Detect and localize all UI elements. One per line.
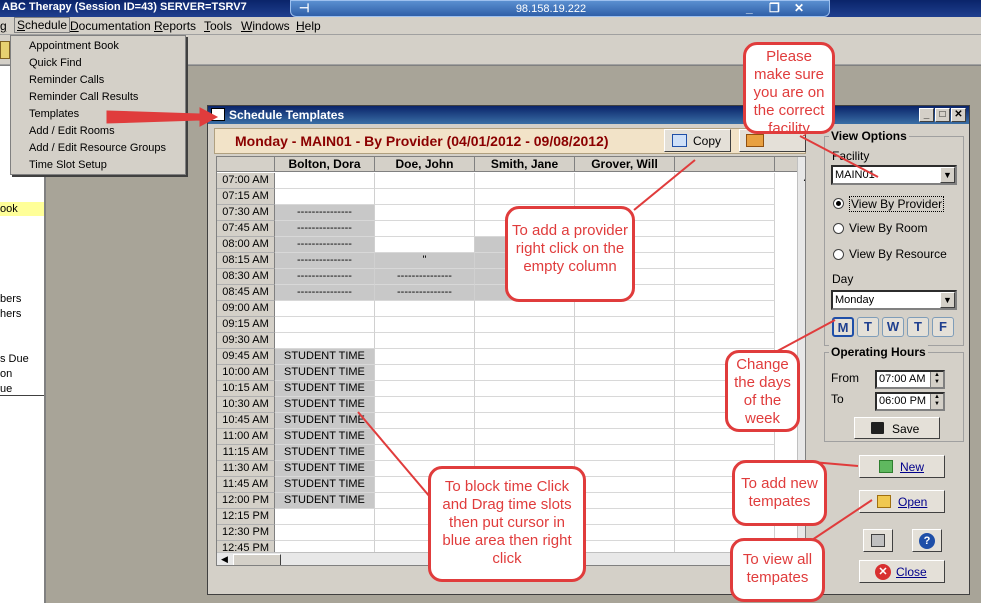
callout-new-template: To add new tempates [732,460,827,526]
callout-days: Change the days of the week [725,350,800,432]
block-time-pointer [357,411,431,498]
callout-view-templates: To view all tempates [730,538,825,602]
callout-facility: Please make sure you are on the correct … [743,42,835,137]
callout-block-time: To block time Click and Drag time slots … [428,466,586,582]
facility-pointer [799,135,879,178]
column-pointer [633,159,696,211]
callout-add-provider: To add a provider right click on the emp… [505,206,635,302]
templates-arrow [106,107,219,127]
